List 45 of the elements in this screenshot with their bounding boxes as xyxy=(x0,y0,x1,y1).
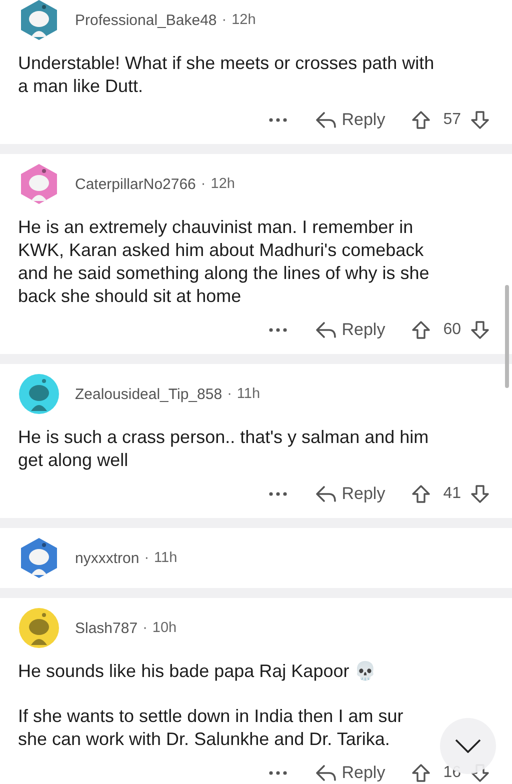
downvote-icon[interactable] xyxy=(470,484,490,504)
chevron-down-icon xyxy=(455,739,481,753)
more-options-icon[interactable] xyxy=(268,771,287,775)
comment-time: 11h xyxy=(154,550,178,566)
vote-count: 57 xyxy=(443,111,461,129)
reply-button[interactable]: Reply xyxy=(312,106,388,134)
downvote-icon[interactable] xyxy=(470,320,490,340)
username[interactable]: Slash787 xyxy=(75,620,138,636)
comment-time: 10h xyxy=(152,620,177,636)
reply-button[interactable]: Reply xyxy=(312,759,388,784)
upvote-icon[interactable] xyxy=(411,763,432,783)
downvote-icon[interactable] xyxy=(470,110,490,130)
more-options-icon[interactable] xyxy=(268,492,287,496)
separator-dot: · xyxy=(142,620,148,636)
reply-button[interactable]: Reply xyxy=(312,316,388,344)
comment-time: 12h xyxy=(232,12,256,28)
upvote-icon[interactable] xyxy=(411,320,432,340)
more-options-icon[interactable] xyxy=(268,118,287,122)
upvote-icon[interactable] xyxy=(411,484,432,504)
comment-time: 11h xyxy=(236,386,260,402)
scrollbar[interactable] xyxy=(505,285,509,388)
username[interactable]: Professional_Bake48 xyxy=(75,12,217,28)
separator-dot: · xyxy=(200,176,206,192)
comment-time: 12h xyxy=(210,176,235,192)
reply-button[interactable]: Reply xyxy=(312,480,388,508)
username[interactable]: Zealousideal_Tip_858 xyxy=(75,386,222,402)
comment-text: He is such a crass person.. that's y salman and him get along well xyxy=(18,426,429,472)
more-options-icon[interactable] xyxy=(268,328,287,332)
comment-text: He is an extremely chauvinist man. I remember in KWK, Karan asked him about Madhuri's comeback and he said something along the lines of why is she back she should sit at home xyxy=(18,216,430,308)
comment-text: If she wants to settle down in India then I am sur she can work with Dr. Salunkhe and Dr. Tarika. xyxy=(18,705,404,751)
vote-count: 16 xyxy=(443,764,461,782)
reply-arrow-icon xyxy=(314,111,337,129)
reply-arrow-icon xyxy=(314,764,337,782)
separator-dot: · xyxy=(222,12,227,28)
vote-count: 41 xyxy=(443,485,461,503)
username[interactable]: CaterpillarNo2766 xyxy=(75,176,196,192)
vote-count: 60 xyxy=(443,321,461,339)
separator-dot: · xyxy=(227,386,232,402)
upvote-icon[interactable] xyxy=(411,110,432,130)
comment-text: Understable! What if she meets or crosses path with a man like Dutt. xyxy=(18,52,434,98)
reply-arrow-icon xyxy=(314,321,337,339)
reply-arrow-icon xyxy=(314,485,337,503)
comment-text: He sounds like his bade papa Raj Kapoor 💀 xyxy=(18,660,376,683)
username[interactable]: nyxxxtron xyxy=(75,550,140,566)
separator-dot: · xyxy=(144,550,150,566)
